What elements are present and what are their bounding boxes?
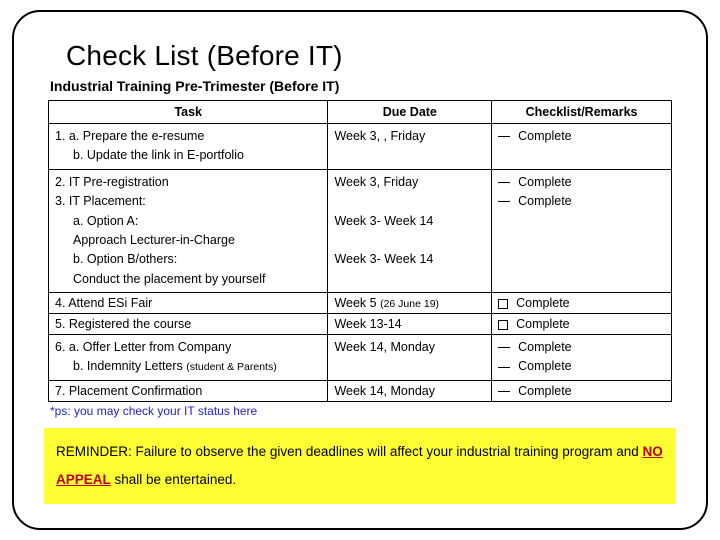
blank-line-icon: [498, 391, 510, 392]
task-text-part: b. Indemnity Letters: [73, 359, 186, 373]
remark-cell: Complete: [492, 314, 672, 335]
due-cell: Week 3, Friday Week 3- Week 14 Week 3- W…: [328, 169, 492, 292]
table-row: 2. IT Pre-registration 3. IT Placement: …: [49, 169, 672, 292]
task-cell: 6. a. Offer Letter from Company b. Indem…: [49, 335, 328, 381]
remark-text: Complete: [518, 384, 572, 398]
blank-line-icon: [498, 136, 510, 137]
task-text: 1. a. Prepare the e-resume: [55, 129, 204, 143]
task-text: 2. IT Pre-registration: [55, 175, 169, 189]
due-text: Week 3- Week 14: [334, 252, 433, 266]
remark-cell: Complete Complete: [492, 169, 672, 292]
task-note: (student & Parents): [186, 361, 276, 373]
remark-text: Complete: [516, 317, 570, 331]
task-cell: 5. Registered the course: [49, 314, 328, 335]
table-row: 4. Attend ESi Fair Week 5 (26 June 19) C…: [49, 293, 672, 314]
remark-text: Complete: [518, 340, 572, 354]
table-header-row: Task Due Date Checklist/Remarks: [49, 101, 672, 124]
remark-cell: Complete: [492, 380, 672, 401]
due-note: (26 June 19): [380, 298, 439, 310]
col-task: Task: [49, 101, 328, 124]
table-row: 1. a. Prepare the e-resume b. Update the…: [49, 124, 672, 170]
task-text: 6. a. Offer Letter from Company: [55, 340, 231, 354]
table-row: 5. Registered the course Week 13-14 Comp…: [49, 314, 672, 335]
remark-cell: Complete: [492, 293, 672, 314]
checkbox-icon: [498, 320, 508, 330]
col-remark: Checklist/Remarks: [492, 101, 672, 124]
remark-text: Complete: [518, 175, 572, 189]
blank-line-icon: [498, 182, 510, 183]
footnote-link[interactable]: *ps: you may check your IT status here: [50, 404, 678, 418]
checklist-table: Task Due Date Checklist/Remarks 1. a. Pr…: [48, 100, 672, 402]
due-cell: Week 3, , Friday: [328, 124, 492, 170]
task-text: b. Indemnity Letters (student & Parents): [55, 357, 321, 376]
reminder-text-post: shall be entertained.: [111, 472, 236, 487]
remark-cell: Complete Complete: [492, 335, 672, 381]
table-row: 7. Placement Confirmation Week 14, Monda…: [49, 380, 672, 401]
blank-line-icon: [498, 367, 510, 368]
due-cell: Week 14, Monday: [328, 380, 492, 401]
due-cell: Week 5 (26 June 19): [328, 293, 492, 314]
remark-text: Complete: [518, 194, 572, 208]
task-cell: 1. a. Prepare the e-resume b. Update the…: [49, 124, 328, 170]
due-text: Week 3, Friday: [334, 175, 418, 189]
due-text: Week 5: [334, 296, 380, 310]
task-text: b. Update the link in E-portfolio: [55, 146, 321, 165]
blank-line-icon: [498, 347, 510, 348]
task-text: a. Option A:: [55, 212, 321, 231]
due-cell: Week 13-14: [328, 314, 492, 335]
task-text: Approach Lecturer-in-Charge: [55, 231, 321, 250]
due-cell: Week 14, Monday: [328, 335, 492, 381]
task-text: b. Option B/others:: [55, 250, 321, 269]
task-cell: 7. Placement Confirmation: [49, 380, 328, 401]
task-cell: 4. Attend ESi Fair: [49, 293, 328, 314]
table-row: 6. a. Offer Letter from Company b. Indem…: [49, 335, 672, 381]
reminder-banner: REMINDER: Failure to observe the given d…: [44, 428, 676, 505]
due-text: Week 3- Week 14: [334, 214, 433, 228]
task-text: 3. IT Placement:: [55, 194, 146, 208]
blank-line-icon: [498, 201, 510, 202]
task-cell: 2. IT Pre-registration 3. IT Placement: …: [49, 169, 328, 292]
section-subtitle: Industrial Training Pre-Trimester (Befor…: [50, 78, 678, 94]
remark-text: Complete: [518, 359, 572, 373]
remark-text: Complete: [518, 129, 572, 143]
remark-cell: Complete: [492, 124, 672, 170]
page-title: Check List (Before IT): [66, 40, 678, 72]
checkbox-icon: [498, 299, 508, 309]
task-text: Conduct the placement by yourself: [55, 270, 321, 289]
remark-text: Complete: [516, 296, 570, 310]
col-due: Due Date: [328, 101, 492, 124]
reminder-text: REMINDER: Failure to observe the given d…: [56, 444, 643, 459]
slide-frame: Check List (Before IT) Industrial Traini…: [12, 10, 708, 530]
